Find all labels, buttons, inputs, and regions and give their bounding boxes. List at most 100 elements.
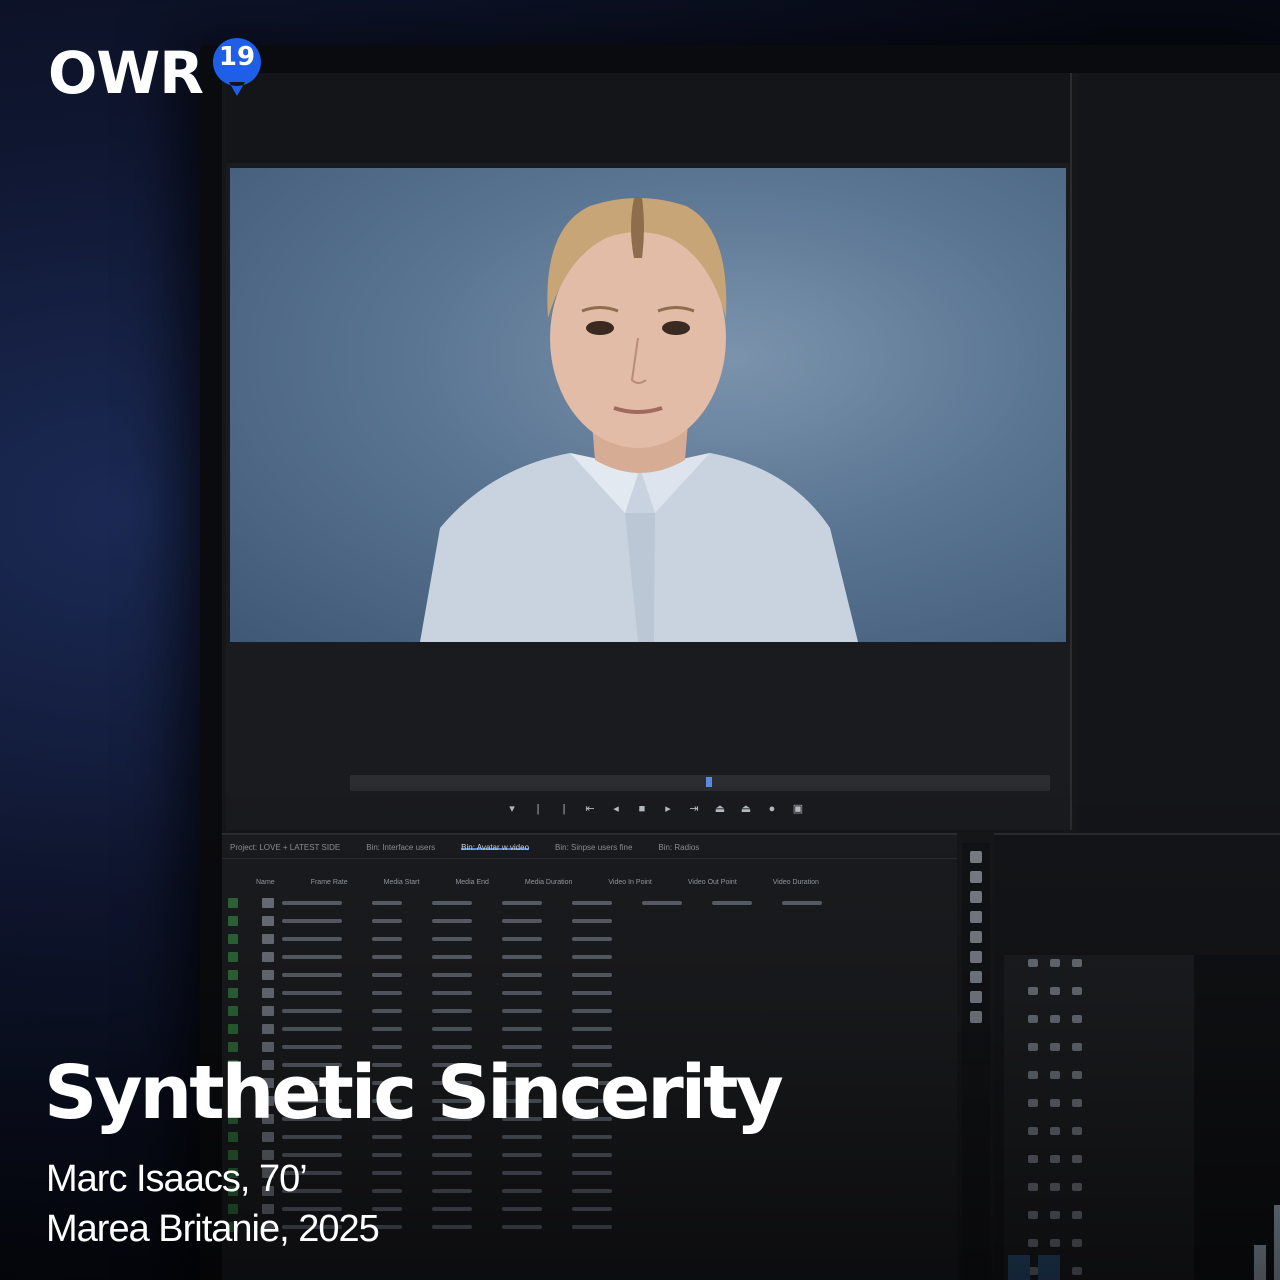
- column-header[interactable]: Name: [256, 879, 275, 886]
- track-toggle-icon[interactable]: [1050, 1127, 1060, 1135]
- hand-tool-icon[interactable]: [970, 991, 982, 1003]
- track-toggle-icon[interactable]: [1050, 1043, 1060, 1051]
- table-cell: [432, 991, 472, 995]
- table-cell: [282, 991, 342, 995]
- track-toggle-icon[interactable]: [1050, 1155, 1060, 1163]
- table-cell: [372, 991, 402, 995]
- track-toggle-icon[interactable]: [1028, 1211, 1038, 1219]
- table-row[interactable]: [228, 894, 957, 912]
- track-toggle-icon[interactable]: [1072, 1183, 1082, 1191]
- track-toggle-icon[interactable]: [1072, 987, 1082, 995]
- edition-badge: 19: [211, 36, 263, 96]
- track-toggle-icon[interactable]: [1028, 1099, 1038, 1107]
- track-toggle-icon[interactable]: [1072, 1071, 1082, 1079]
- lift-icon[interactable]: ⏏: [714, 803, 726, 815]
- track-toggle-icon[interactable]: [1072, 1043, 1082, 1051]
- track-toggle-icon[interactable]: [1028, 1127, 1038, 1135]
- track-toggle-icon[interactable]: [1050, 1099, 1060, 1107]
- extract-icon[interactable]: ⏏: [740, 803, 752, 815]
- tab-sinpse-users[interactable]: Bin: Sinpse users fine: [555, 843, 632, 852]
- track-toggle-icon[interactable]: [1028, 1071, 1038, 1079]
- timeline-clip[interactable]: [1038, 1255, 1060, 1280]
- column-header[interactable]: Video Duration: [773, 879, 819, 886]
- pen-tool-icon[interactable]: [970, 951, 982, 963]
- program-monitor: ▾ | | ⇤ ◂ ■ ▸ ⇥ ⏏ ⏏ ● ▣: [226, 73, 1072, 830]
- track-toggle-icon[interactable]: [1050, 987, 1060, 995]
- step-back-icon[interactable]: ◂: [610, 803, 622, 815]
- timeline-clip[interactable]: [1008, 1255, 1030, 1280]
- table-row[interactable]: [228, 930, 957, 948]
- table-cell: [572, 991, 612, 995]
- playhead[interactable]: [706, 777, 712, 787]
- table-row[interactable]: [228, 1182, 957, 1200]
- track-toggle-icon[interactable]: [1028, 1155, 1038, 1163]
- track-toggle-icon[interactable]: [1050, 1239, 1060, 1247]
- track-toggle-icon[interactable]: [1028, 1239, 1038, 1247]
- column-header[interactable]: Media End: [455, 879, 488, 886]
- track-toggle-icon[interactable]: [1050, 1015, 1060, 1023]
- track-toggle-icon[interactable]: [1072, 1155, 1082, 1163]
- tab-radios[interactable]: Bin: Radios: [658, 843, 699, 852]
- track-toggle-icon[interactable]: [1028, 959, 1038, 967]
- table-row[interactable]: [228, 1002, 957, 1020]
- marker-icon[interactable]: ▾: [506, 803, 518, 815]
- track-toggle-icon[interactable]: [1050, 1071, 1060, 1079]
- track-toggle-icon[interactable]: [1072, 1015, 1082, 1023]
- table-row[interactable]: [228, 948, 957, 966]
- tab-avatar-video[interactable]: Bin: Avatar w video: [461, 843, 530, 852]
- table-row[interactable]: [228, 912, 957, 930]
- track-toggle-icon[interactable]: [1072, 1267, 1082, 1275]
- track-toggle-icon[interactable]: [1072, 959, 1082, 967]
- go-to-out-icon[interactable]: ⇥: [688, 803, 700, 815]
- table-cell: [372, 1027, 402, 1031]
- table-row[interactable]: [228, 1164, 957, 1182]
- track-toggle-icon[interactable]: [1050, 1211, 1060, 1219]
- stop-icon[interactable]: ■: [636, 803, 648, 815]
- mark-out-icon[interactable]: |: [558, 803, 570, 815]
- table-cell: [372, 955, 402, 959]
- tab-project[interactable]: Project: LOVE + LATEST SIDE: [230, 843, 340, 852]
- column-header[interactable]: Media Start: [384, 879, 420, 886]
- table-row[interactable]: [228, 1146, 957, 1164]
- label-color-swatch: [228, 988, 238, 998]
- step-forward-icon[interactable]: ▸: [662, 803, 674, 815]
- timeline-panel: [994, 833, 1280, 1280]
- track-toggle-icon[interactable]: [1072, 1127, 1082, 1135]
- table-cell: [372, 919, 402, 923]
- type-tool-icon[interactable]: [970, 1011, 982, 1023]
- track-toggle-icon[interactable]: [1072, 1211, 1082, 1219]
- track-toggle-icon[interactable]: [1028, 987, 1038, 995]
- slip-tool-icon[interactable]: [970, 931, 982, 943]
- column-header[interactable]: Media Duration: [525, 879, 572, 886]
- scrub-bar[interactable]: [350, 775, 1050, 791]
- track-toggle-icon[interactable]: [1072, 1099, 1082, 1107]
- column-header[interactable]: Frame Rate: [311, 879, 348, 886]
- track-select-tool-icon[interactable]: [970, 871, 982, 883]
- label-color-swatch: [228, 1024, 238, 1034]
- tab-interface-users[interactable]: Bin: Interface users: [366, 843, 435, 852]
- table-cell: [502, 1189, 542, 1193]
- track-toggle-icon[interactable]: [1028, 1015, 1038, 1023]
- button-editor-icon[interactable]: ▣: [792, 803, 804, 815]
- track-toggle-icon[interactable]: [1050, 959, 1060, 967]
- camera-icon[interactable]: ●: [766, 803, 778, 815]
- mark-in-icon[interactable]: |: [532, 803, 544, 815]
- table-cell: [502, 1045, 542, 1049]
- ripple-edit-tool-icon[interactable]: [970, 891, 982, 903]
- column-header[interactable]: Video In Point: [608, 879, 651, 886]
- track-toggle-icon[interactable]: [1072, 1239, 1082, 1247]
- selection-tool-icon[interactable]: [970, 851, 982, 863]
- table-row[interactable]: [228, 1020, 957, 1038]
- track-toggle-icon[interactable]: [1028, 1183, 1038, 1191]
- go-to-in-icon[interactable]: ⇤: [584, 803, 596, 815]
- table-row[interactable]: [228, 984, 957, 1002]
- label-color-swatch: [228, 916, 238, 926]
- column-header[interactable]: Video Out Point: [688, 879, 737, 886]
- track-toggle-icon[interactable]: [1028, 1043, 1038, 1051]
- source-monitor: [1078, 73, 1280, 873]
- timeline-tracks[interactable]: [1004, 955, 1194, 1280]
- track-toggle-icon[interactable]: [1050, 1183, 1060, 1191]
- table-row[interactable]: [228, 966, 957, 984]
- razor-tool-icon[interactable]: [970, 911, 982, 923]
- rectangle-tool-icon[interactable]: [970, 971, 982, 983]
